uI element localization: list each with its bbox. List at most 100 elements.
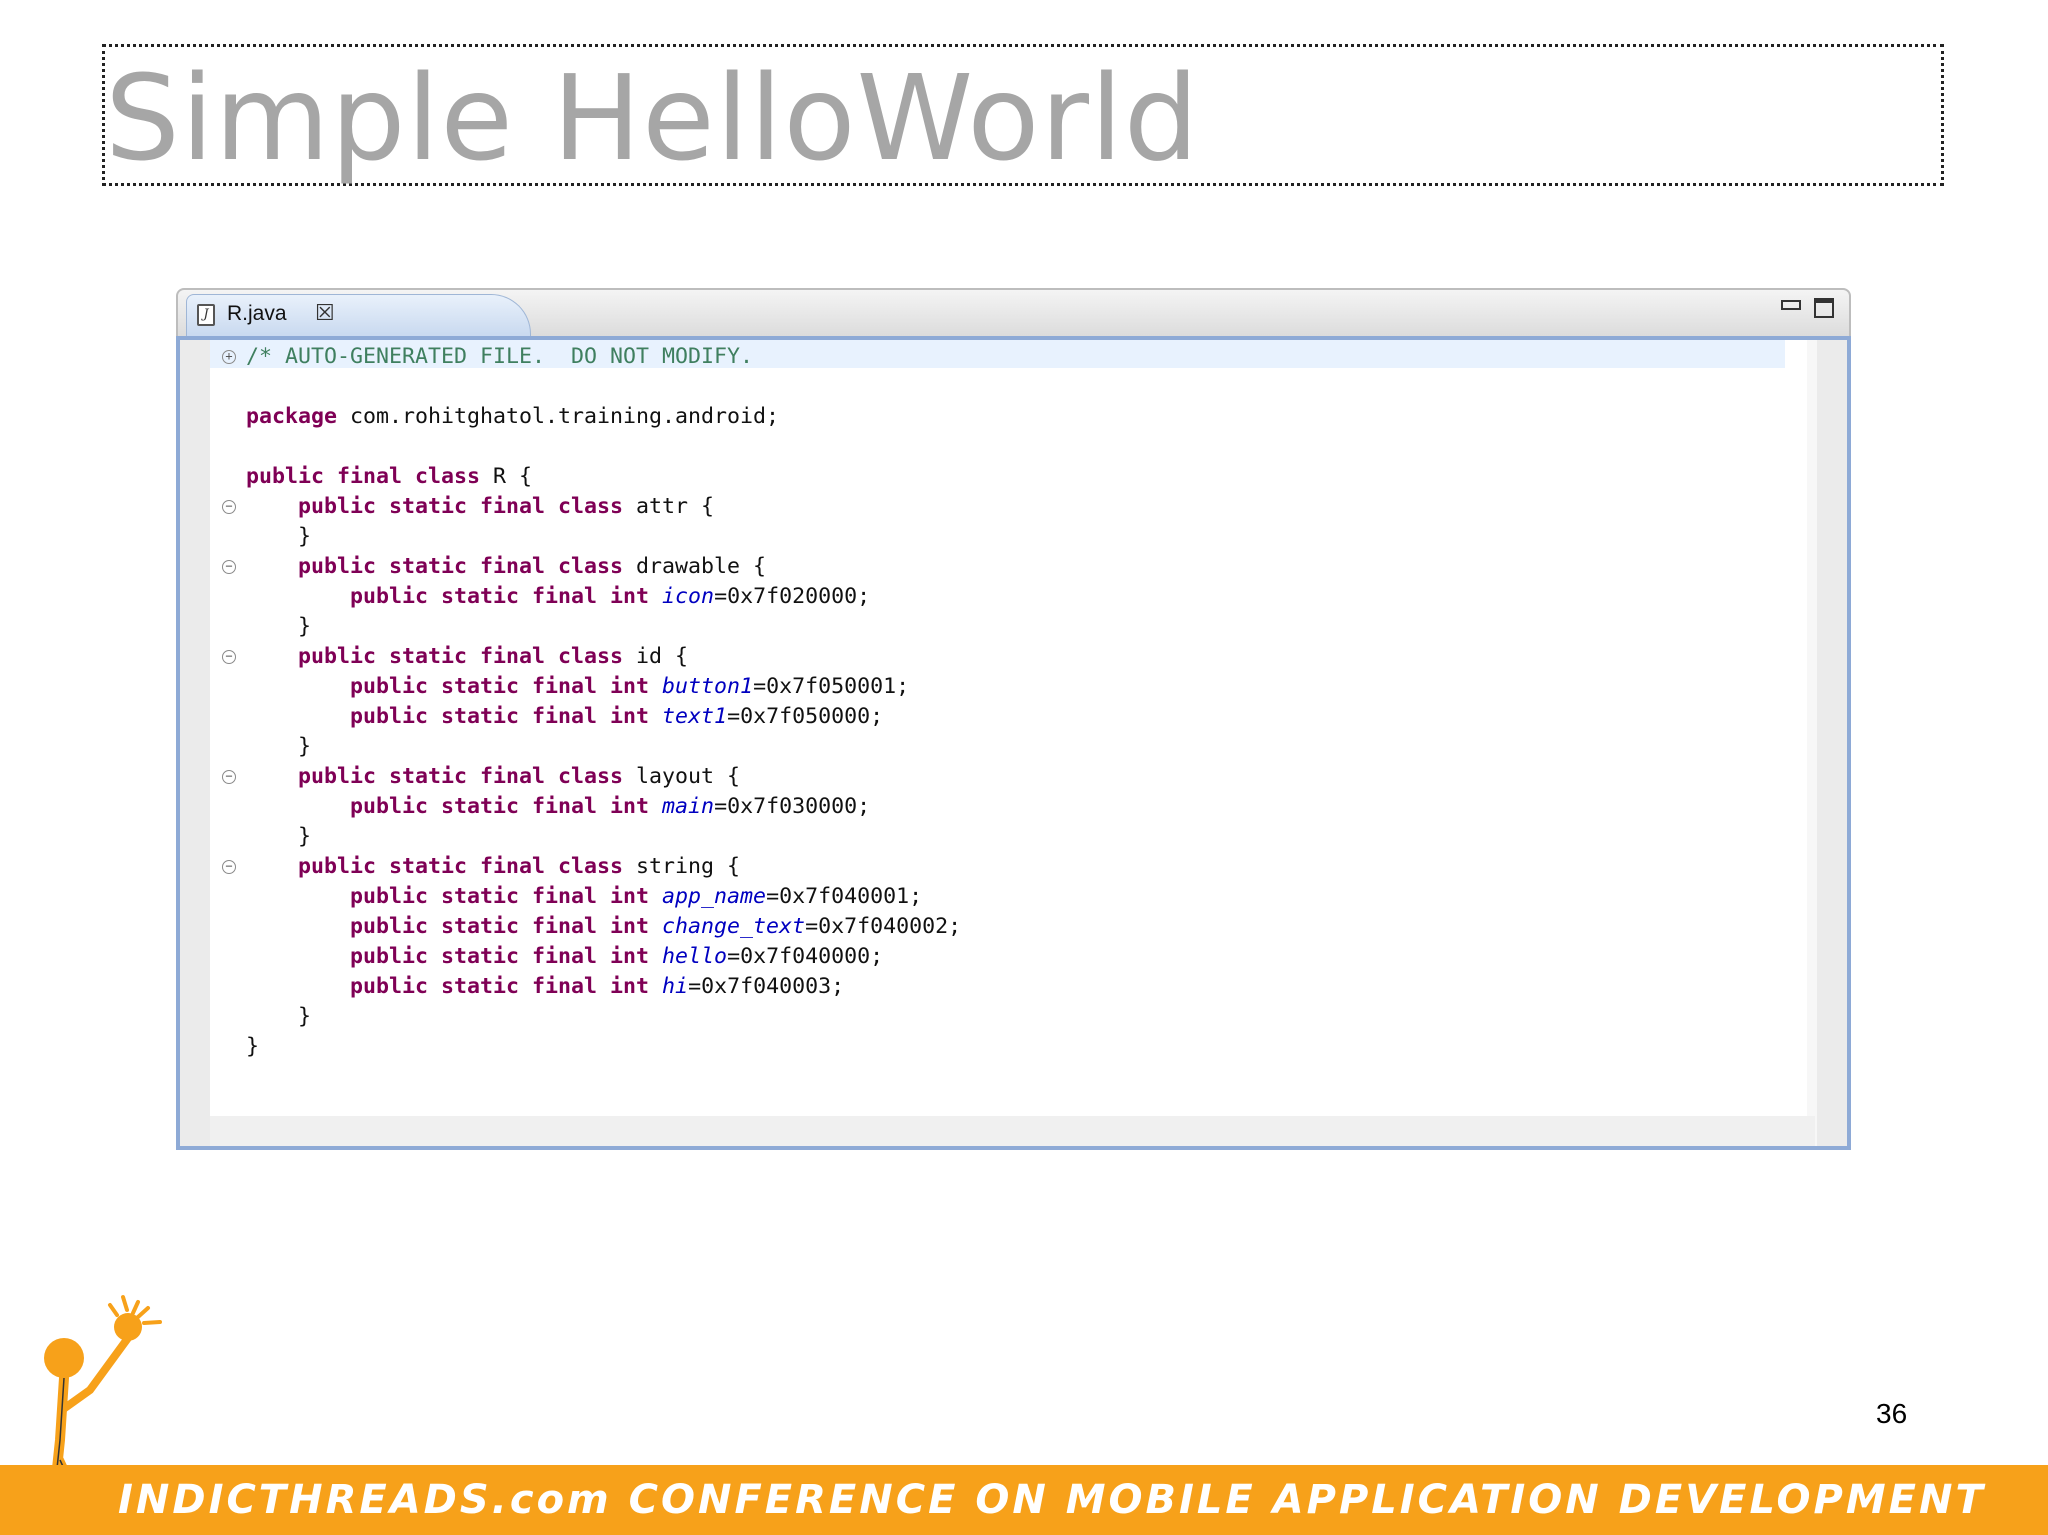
code-keyword: package (246, 404, 338, 429)
minimize-icon[interactable] (1781, 300, 1801, 310)
code-text: =0x7f040000; (727, 944, 884, 969)
code-field: change_text (662, 914, 806, 939)
code-field: hi (662, 974, 689, 999)
code-keyword: public static final class (298, 644, 624, 669)
code-line: package com.rohitghatol.training.android… (246, 402, 961, 432)
code-line: } (246, 1002, 961, 1032)
code-line: } (246, 522, 961, 552)
editor-gutter (180, 340, 210, 1146)
code-text: } (246, 734, 312, 759)
code-line: public static final int icon=0x7f020000; (246, 582, 961, 612)
collapse-fold-icon[interactable]: − (222, 500, 236, 514)
code-line: public final class R { (246, 462, 961, 492)
tab-r-java[interactable]: J R.java ☒ (186, 294, 531, 338)
code-field: icon (662, 584, 715, 609)
code-text: } (246, 1034, 260, 1059)
code-keyword: public static final class (298, 494, 624, 519)
code-text: layout { (623, 764, 741, 789)
code-keyword: public static final int (350, 914, 650, 939)
footer-bar: INDICTHREADS.com CONFERENCE ON MOBILE AP… (0, 1465, 2048, 1535)
close-tab-icon[interactable]: ☒ (315, 301, 335, 326)
maximize-icon[interactable] (1814, 298, 1834, 318)
code-text: attr { (623, 494, 715, 519)
code-text: =0x7f050000; (727, 704, 884, 729)
code-editor-window: J R.java ☒ + − − − − − /* AUTO-GENERATED FILE… (176, 288, 1851, 1150)
code-line: } (246, 1032, 961, 1062)
collapse-fold-icon[interactable]: − (222, 860, 236, 874)
code-text: =0x7f030000; (714, 794, 871, 819)
code-text: =0x7f040003; (688, 974, 845, 999)
code-text: id { (623, 644, 689, 669)
code-keyword: public static final class (298, 554, 624, 579)
code-line: public static final int button1=0x7f0500… (246, 672, 961, 702)
code-text: } (246, 824, 312, 849)
code-area[interactable]: + − − − − − /* AUTO-GENERATED FILE. DO NOT MO… (176, 336, 1851, 1150)
code-text: =0x7f040002; (805, 914, 962, 939)
overview-ruler (1817, 340, 1847, 1146)
code-field: hello (662, 944, 728, 969)
code-line: public static final class id { (246, 642, 961, 672)
code-text: string { (623, 854, 741, 879)
code-field: text1 (662, 704, 728, 729)
source-code: /* AUTO-GENERATED FILE. DO NOT MODIFY. p… (246, 342, 961, 1062)
code-line: public static final int app_name=0x7f040… (246, 882, 961, 912)
editor-tab-bar: J R.java ☒ (176, 288, 1851, 338)
code-text: } (246, 524, 312, 549)
code-line: public static final int hi=0x7f040003; (246, 972, 961, 1002)
code-keyword: public static final int (350, 704, 650, 729)
horizontal-scroll-area[interactable] (210, 1116, 1815, 1146)
tab-label: R.java (227, 302, 287, 325)
code-keyword: public static final int (350, 674, 650, 699)
code-line: public static final int main=0x7f030000; (246, 792, 961, 822)
collapse-fold-icon[interactable]: − (222, 560, 236, 574)
expand-fold-icon[interactable]: + (222, 350, 236, 364)
code-text: =0x7f040001; (766, 884, 923, 909)
code-line: public static final int text1=0x7f050000… (246, 702, 961, 732)
code-line: /* AUTO-GENERATED FILE. DO NOT MODIFY. (246, 342, 961, 372)
page-number: 36 (1876, 1398, 1908, 1429)
slide-title: Simple HelloWorld (105, 49, 1200, 187)
code-field: button1 (662, 674, 754, 699)
code-keyword: public static final class (298, 854, 624, 879)
code-text: =0x7f020000; (714, 584, 871, 609)
code-keyword: public final class (246, 464, 481, 489)
collapse-fold-icon[interactable]: − (222, 770, 236, 784)
code-comment: /* AUTO-GENERATED FILE. DO NOT MODIFY. (246, 344, 754, 369)
code-keyword: public static final int (350, 794, 650, 819)
code-keyword: public static final int (350, 884, 650, 909)
code-keyword: public static final class (298, 764, 624, 789)
code-line: } (246, 612, 961, 642)
code-keyword: public static final int (350, 944, 650, 969)
overview-ruler-inner (1807, 340, 1817, 1146)
collapse-fold-icon[interactable]: − (222, 650, 236, 664)
code-line: } (246, 732, 961, 762)
code-text: com.rohitghatol.training.android; (337, 404, 780, 429)
code-line: public static final int hello=0x7f040000… (246, 942, 961, 972)
code-line: } (246, 822, 961, 852)
code-field: main (662, 794, 715, 819)
code-text: } (246, 1004, 312, 1029)
code-line: public static final class string { (246, 852, 961, 882)
code-line: public static final class attr { (246, 492, 961, 522)
code-field: app_name (662, 884, 767, 909)
code-text: } (246, 614, 312, 639)
